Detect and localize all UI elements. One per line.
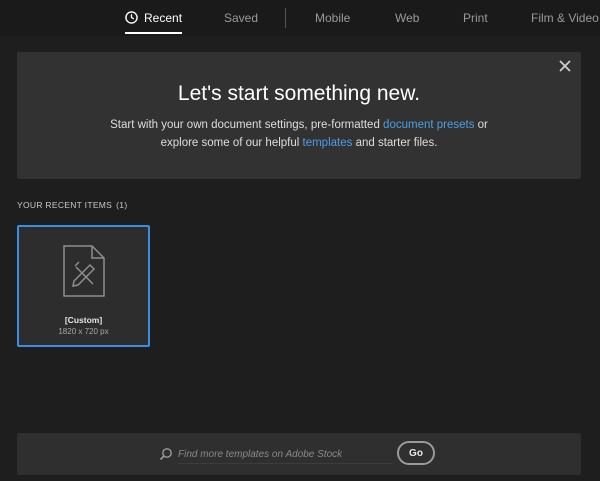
stock-search-input[interactable]	[178, 445, 392, 464]
tab-web-label: Web	[395, 11, 420, 25]
recent-item-name: [Custom]	[64, 315, 103, 325]
tab-bar: Recent Saved Mobile Web Print Film & Vid…	[0, 0, 600, 36]
tab-film-video-label: Film & Video	[531, 11, 599, 25]
tab-recent[interactable]: Recent	[125, 0, 183, 36]
recent-items-count: (1)	[116, 200, 128, 210]
tab-saved[interactable]: Saved	[224, 0, 258, 36]
banner-text: Start with your own document settings, p…	[17, 116, 581, 152]
tab-web[interactable]: Web	[395, 0, 419, 36]
recent-item-size: 1820 x 720 px	[58, 327, 109, 336]
tab-film-video[interactable]: Film & Video	[531, 0, 599, 36]
document-edit-icon	[63, 245, 105, 297]
banner-text-line2-end: and starter files.	[352, 137, 438, 149]
search-icon	[159, 448, 172, 461]
document-presets-link[interactable]: document presets	[383, 119, 474, 131]
tab-saved-label: Saved	[224, 11, 259, 25]
tab-mobile[interactable]: Mobile	[315, 0, 350, 36]
tab-print[interactable]: Print	[463, 0, 488, 36]
tab-mobile-label: Mobile	[315, 11, 351, 25]
recent-items-heading: YOUR RECENT ITEMS (1)	[17, 200, 127, 210]
recent-item-card[interactable]: [Custom] 1820 x 720 px	[17, 225, 150, 347]
clock-icon	[125, 11, 138, 24]
recent-items-title: YOUR RECENT ITEMS	[17, 200, 113, 210]
banner-text-line1-start: Start with your own document settings, p…	[110, 119, 384, 131]
stock-search-bar: Go	[17, 433, 581, 475]
tab-recent-label: Recent	[144, 11, 183, 25]
tab-divider	[285, 8, 286, 28]
banner-text-line1-end: or	[474, 119, 488, 131]
tab-print-label: Print	[463, 11, 488, 25]
close-icon[interactable]	[558, 59, 572, 73]
banner-text-line2-start: explore some of our helpful	[160, 137, 303, 149]
welcome-banner: Let's start something new. Start with yo…	[17, 52, 581, 179]
banner-title: Let's start something new.	[177, 82, 421, 105]
go-button[interactable]: Go	[397, 441, 435, 465]
templates-link[interactable]: templates	[303, 137, 353, 149]
